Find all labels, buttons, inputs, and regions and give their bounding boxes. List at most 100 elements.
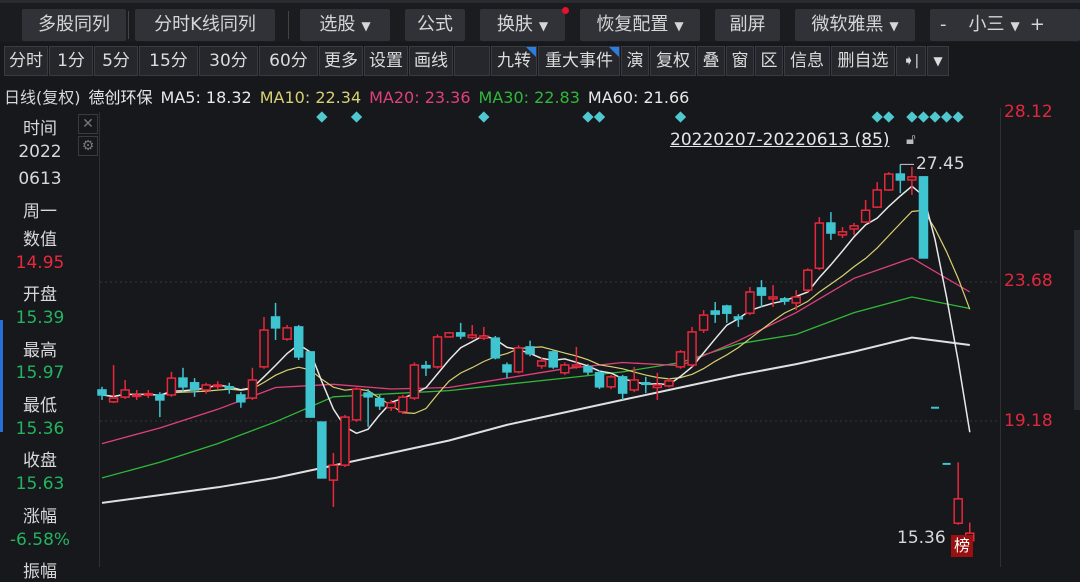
event-marker-icon[interactable] xyxy=(929,111,941,123)
candle[interactable] xyxy=(398,394,408,414)
candle[interactable] xyxy=(293,325,304,360)
candle[interactable] xyxy=(571,346,582,369)
candle-body xyxy=(687,331,697,366)
candle[interactable] xyxy=(837,227,848,239)
candle-body xyxy=(814,222,825,270)
candle[interactable] xyxy=(803,268,813,292)
event-marker-icon[interactable] xyxy=(883,111,895,123)
candle[interactable] xyxy=(617,374,628,400)
candle[interactable] xyxy=(409,362,420,400)
candle[interactable] xyxy=(698,310,709,333)
candle[interactable] xyxy=(606,374,616,390)
candle[interactable] xyxy=(421,360,431,376)
candle[interactable] xyxy=(166,371,177,397)
candle[interactable] xyxy=(305,351,316,418)
candle[interactable] xyxy=(779,296,790,305)
candle[interactable] xyxy=(560,362,570,375)
scrollbar[interactable] xyxy=(1074,230,1080,410)
candle[interactable] xyxy=(872,182,882,209)
candle-body xyxy=(710,310,720,315)
candlestick-chart[interactable] xyxy=(0,0,1080,567)
event-marker-icon[interactable] xyxy=(871,111,883,123)
candle-body xyxy=(340,416,350,466)
candle[interactable] xyxy=(97,386,107,400)
candle[interactable] xyxy=(687,326,697,367)
candle[interactable] xyxy=(236,392,246,408)
candle-body xyxy=(872,189,882,208)
candle[interactable] xyxy=(340,414,350,468)
candle[interactable] xyxy=(895,164,906,194)
candle[interactable] xyxy=(131,389,142,400)
event-marker-icon[interactable] xyxy=(478,111,490,123)
candle[interactable] xyxy=(502,362,512,379)
candle-body xyxy=(733,316,744,320)
candle[interactable] xyxy=(664,378,674,388)
candle[interactable] xyxy=(189,378,200,397)
candle[interactable] xyxy=(201,382,211,394)
candle[interactable] xyxy=(432,334,443,369)
candle[interactable] xyxy=(710,301,720,323)
candle-body xyxy=(675,351,686,368)
event-marker-icon[interactable] xyxy=(940,111,953,123)
candle[interactable] xyxy=(918,176,929,259)
candle-body xyxy=(201,384,211,391)
candle[interactable] xyxy=(953,462,963,525)
candle[interactable] xyxy=(513,345,524,374)
event-marker-icon[interactable] xyxy=(582,111,594,123)
candle-body xyxy=(698,314,709,331)
candle[interactable] xyxy=(247,367,258,400)
candle[interactable] xyxy=(455,322,466,340)
candle[interactable] xyxy=(490,335,501,360)
candle[interactable] xyxy=(826,212,836,240)
event-marker-icon[interactable] xyxy=(917,111,930,123)
event-marker-icon[interactable] xyxy=(952,111,964,123)
candle-body xyxy=(594,372,605,388)
ma20-line xyxy=(101,257,971,445)
candle[interactable] xyxy=(178,367,188,392)
candle[interactable] xyxy=(641,376,651,394)
candle[interactable] xyxy=(884,172,894,191)
candle[interactable] xyxy=(594,370,605,390)
candle-body xyxy=(166,377,177,396)
candle[interactable] xyxy=(675,350,686,369)
candle[interactable] xyxy=(155,392,165,418)
candle[interactable] xyxy=(907,166,917,195)
candle[interactable] xyxy=(791,290,801,311)
lock-icon[interactable]: 🔓︎ xyxy=(906,130,916,148)
candle[interactable] xyxy=(270,302,281,341)
candle[interactable] xyxy=(108,364,119,404)
candle[interactable] xyxy=(328,452,339,507)
candle[interactable] xyxy=(212,381,223,390)
ranking-badge[interactable]: 榜 xyxy=(951,535,973,557)
event-marker-icon[interactable] xyxy=(674,111,687,123)
event-marker-icon[interactable] xyxy=(350,111,363,123)
y-axis-label: 23.68 xyxy=(1004,271,1053,291)
candle-body xyxy=(664,380,674,387)
candle[interactable] xyxy=(224,382,235,394)
candle-body xyxy=(525,346,535,355)
candle[interactable] xyxy=(814,217,825,271)
candle[interactable] xyxy=(444,331,454,338)
event-marker-icon[interactable] xyxy=(906,111,918,123)
candle[interactable] xyxy=(525,340,535,357)
candle[interactable] xyxy=(745,286,755,316)
candle[interactable] xyxy=(259,316,269,369)
candle[interactable] xyxy=(374,394,385,410)
candle-body xyxy=(479,335,489,339)
candle[interactable] xyxy=(860,199,871,224)
candle[interactable] xyxy=(143,389,154,399)
range-selection-label[interactable]: 20220207-20220613 (85) xyxy=(670,130,890,150)
candle[interactable] xyxy=(120,379,130,399)
candle[interactable] xyxy=(282,325,292,341)
event-marker-icon[interactable] xyxy=(593,111,606,123)
event-marker-icon[interactable] xyxy=(316,111,328,123)
candle[interactable] xyxy=(756,280,767,307)
candle-body xyxy=(918,176,929,259)
candle[interactable] xyxy=(467,325,477,340)
candle[interactable] xyxy=(548,350,558,369)
candle-body xyxy=(305,351,316,418)
candle[interactable] xyxy=(351,387,362,422)
candle[interactable] xyxy=(722,304,732,323)
candle[interactable] xyxy=(479,326,489,341)
candle[interactable] xyxy=(317,421,327,479)
